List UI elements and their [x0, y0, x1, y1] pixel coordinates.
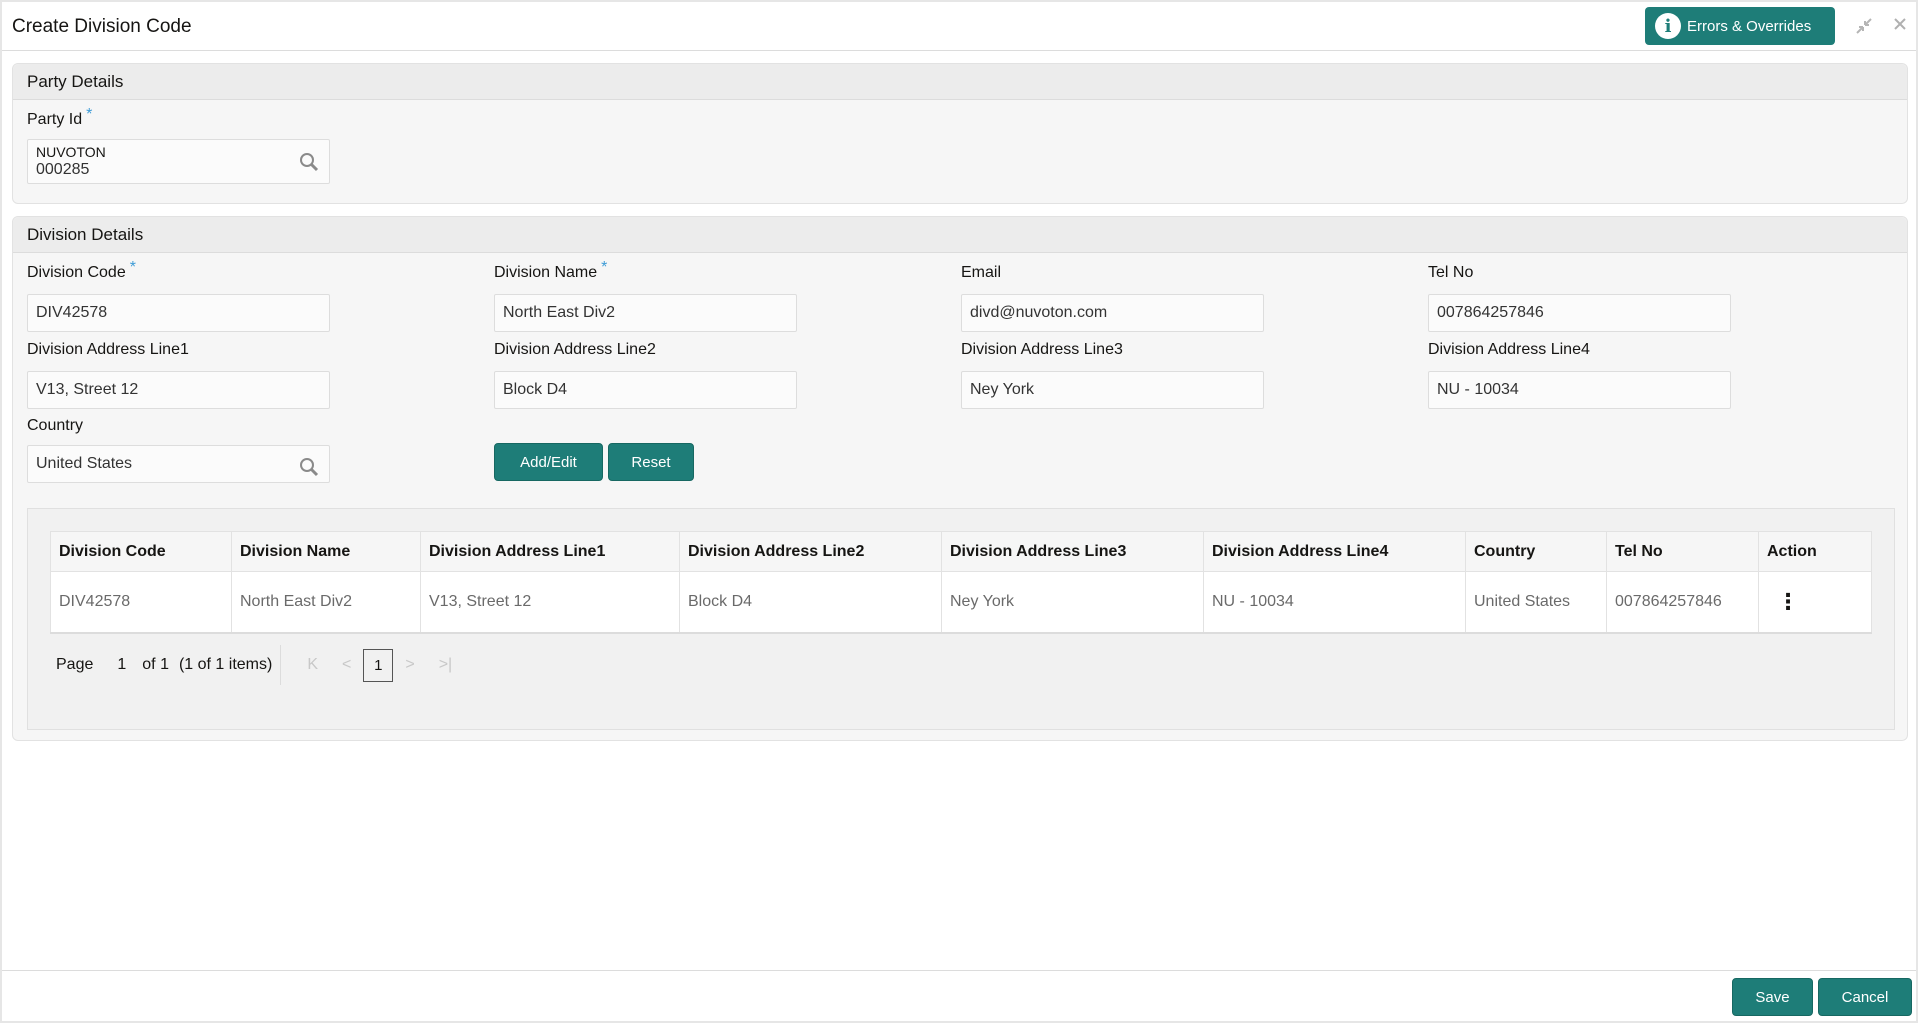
email-label: Email: [961, 264, 1002, 281]
party-details-section: Party Details Party Id * NUVOTON 000285: [12, 63, 1908, 204]
address-line3-label: Division Address Line3: [961, 341, 1123, 358]
party-name: NUVOTON: [36, 144, 106, 160]
address-line4-label: Division Address Line4: [1428, 341, 1590, 358]
division-grid-container: Division Code Division Name Division Add…: [27, 508, 1895, 730]
tel-no-input[interactable]: 007864257846: [1428, 294, 1731, 332]
cell-address-line2: Block D4: [679, 571, 942, 634]
grid-header-row: Division Code Division Name Division Add…: [50, 531, 1872, 572]
division-code-label: Division Code: [27, 264, 126, 281]
pagination: Page 1 of 1 (1 of 1 items) K < 1 > >|: [50, 645, 464, 685]
address-line1-field: Division Address Line1 V13, Street 12: [27, 341, 330, 409]
cell-tel-no: 007864257846: [1606, 571, 1759, 634]
create-division-code-window: Create Division Code i Errors & Override…: [2, 2, 1916, 1021]
column-header[interactable]: Division Address Line2: [679, 531, 942, 572]
search-icon[interactable]: [299, 455, 319, 477]
compress-icon[interactable]: [1854, 16, 1874, 41]
cell-address-line1: V13, Street 12: [420, 571, 680, 634]
required-marker: *: [601, 259, 608, 276]
cell-country: United States: [1465, 571, 1607, 634]
cell-address-line3: Ney York: [941, 571, 1204, 634]
cell-division-code: DIV42578: [50, 571, 232, 634]
errors-overrides-label: Errors & Overrides: [1687, 17, 1812, 35]
party-id-field: Party Id * NUVOTON 000285: [27, 106, 330, 184]
country-label: Country: [27, 417, 84, 434]
add-edit-button[interactable]: Add/Edit: [494, 443, 603, 481]
division-details-header: Division Details: [13, 217, 1907, 253]
party-id-value: 000285: [36, 161, 90, 178]
footer-bar: Save Cancel: [2, 970, 1916, 1021]
country-field: Country United States: [27, 417, 330, 483]
division-name-label: Division Name: [494, 264, 598, 281]
address-line2-field: Division Address Line2 Block D4: [494, 341, 797, 409]
address-line1-label: Division Address Line1: [27, 341, 189, 358]
party-id-input[interactable]: NUVOTON 000285: [27, 139, 330, 184]
division-code-input[interactable]: DIV42578: [27, 294, 330, 332]
address-line1-input[interactable]: V13, Street 12: [27, 371, 330, 409]
cell-division-name: North East Div2: [231, 571, 421, 634]
country-input[interactable]: United States: [27, 445, 330, 483]
more-actions-icon[interactable]: ⋮: [1767, 589, 1799, 614]
address-line3-field: Division Address Line3 Ney York: [961, 341, 1264, 409]
cell-action: ⋮: [1758, 571, 1872, 634]
items-count: (1 of 1 items): [178, 656, 273, 673]
title-bar: Create Division Code i Errors & Override…: [2, 2, 1916, 51]
search-icon[interactable]: [299, 152, 319, 172]
division-details-section: Division Details Division Code * DIV42578…: [12, 216, 1908, 741]
party-details-header: Party Details: [13, 64, 1907, 100]
address-line3-input[interactable]: Ney York: [961, 371, 1264, 409]
division-grid: Division Code Division Name Division Add…: [50, 531, 1872, 634]
first-page-icon[interactable]: K: [307, 656, 318, 674]
page-count: of 1: [142, 656, 169, 673]
close-icon[interactable]: [1892, 16, 1908, 37]
tel-no-field: Tel No 007864257846: [1428, 264, 1731, 332]
required-marker: *: [129, 259, 136, 276]
info-icon: i: [1655, 13, 1681, 39]
email-field: Email divd@nuvoton.com: [961, 264, 1264, 332]
column-header[interactable]: Division Address Line4: [1203, 531, 1466, 572]
table-row[interactable]: DIV42578 North East Div2 V13, Street 12 …: [50, 571, 1872, 634]
column-header[interactable]: Country: [1465, 531, 1607, 572]
next-page-icon[interactable]: >: [405, 656, 414, 674]
address-line4-field: Division Address Line4 NU - 10034: [1428, 341, 1731, 409]
country-value: United States: [36, 455, 133, 472]
email-input[interactable]: divd@nuvoton.com: [961, 294, 1264, 332]
cell-address-line4: NU - 10034: [1203, 571, 1466, 634]
current-page-button[interactable]: 1: [363, 648, 394, 682]
column-header[interactable]: Division Name: [231, 531, 421, 572]
column-header[interactable]: Division Code: [50, 531, 232, 572]
page-label: Page: [56, 656, 94, 673]
save-button[interactable]: Save: [1732, 978, 1813, 1016]
tel-no-label: Tel No: [1428, 264, 1474, 281]
page-title: Create Division Code: [12, 16, 192, 37]
address-line2-label: Division Address Line2: [494, 341, 656, 358]
required-marker: *: [86, 106, 93, 123]
prev-page-icon[interactable]: <: [342, 656, 351, 674]
reset-button[interactable]: Reset: [608, 443, 694, 481]
address-line4-input[interactable]: NU - 10034: [1428, 371, 1731, 409]
errors-overrides-button[interactable]: i Errors & Overrides: [1645, 7, 1835, 45]
column-header[interactable]: Division Address Line1: [420, 531, 680, 572]
party-id-label: Party Id: [27, 111, 83, 128]
division-name-input[interactable]: North East Div2: [494, 294, 797, 332]
column-header[interactable]: Division Address Line3: [941, 531, 1204, 572]
pager-divider: [280, 645, 282, 685]
page-number-input[interactable]: 1: [117, 656, 126, 674]
column-header[interactable]: Tel No: [1606, 531, 1759, 572]
division-code-field: Division Code * DIV42578: [27, 259, 330, 332]
column-header[interactable]: Action: [1758, 531, 1872, 572]
last-page-icon[interactable]: >|: [439, 656, 453, 674]
division-name-field: Division Name * North East Div2: [494, 259, 797, 332]
cancel-button[interactable]: Cancel: [1818, 978, 1912, 1016]
address-line2-input[interactable]: Block D4: [494, 371, 797, 409]
